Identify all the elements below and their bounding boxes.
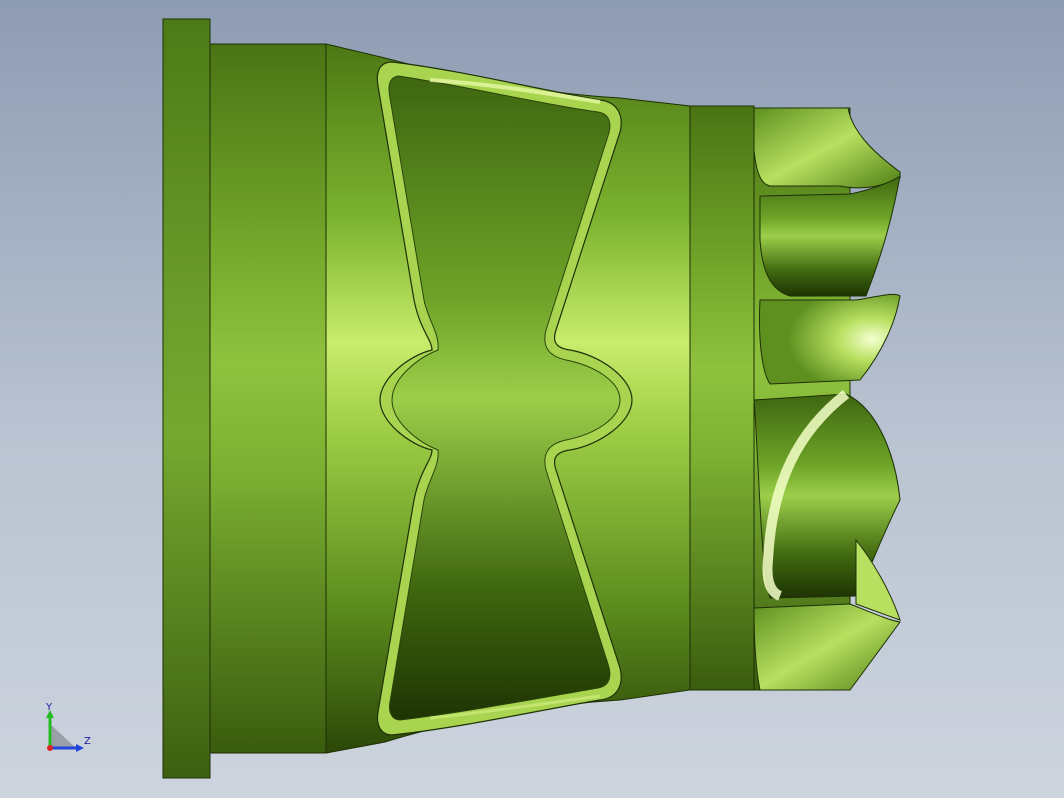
triad-y-label: Y bbox=[45, 702, 53, 713]
graphics-viewport[interactable]: Y Z bbox=[0, 0, 1064, 798]
triad-plane-shade bbox=[50, 724, 76, 748]
coordinate-triad: Y Z bbox=[45, 702, 91, 752]
impeller-blade[interactable] bbox=[753, 107, 901, 189]
impeller-blade[interactable] bbox=[753, 603, 901, 691]
cylinder-section[interactable] bbox=[209, 43, 327, 754]
hub-ring[interactable] bbox=[689, 105, 755, 691]
flange[interactable] bbox=[162, 18, 211, 779]
triad-x-axis-dot bbox=[47, 745, 53, 751]
pocket-floor bbox=[388, 75, 621, 721]
impeller-blade[interactable] bbox=[759, 293, 901, 385]
triad-z-label: Z bbox=[84, 736, 91, 747]
model-view[interactable]: Y Z bbox=[0, 0, 1064, 798]
blade-tip[interactable] bbox=[855, 538, 901, 621]
triad-z-arrow-icon bbox=[76, 744, 84, 752]
